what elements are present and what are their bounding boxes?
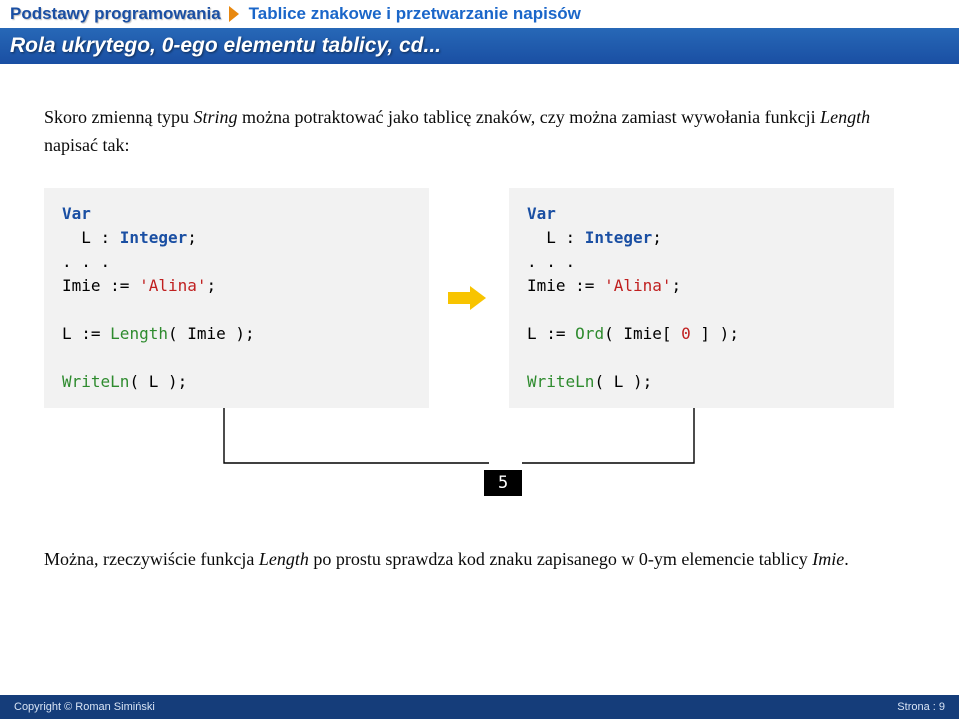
- intro-text-2: można potraktować jako tablicę znaków, c…: [238, 107, 821, 127]
- code-text: Imie :=: [527, 276, 604, 295]
- connector-diagram: 5: [44, 426, 915, 516]
- code-text: . . .: [62, 252, 110, 271]
- header-bar: Podstawy programowania Tablice znakowe i…: [0, 0, 959, 28]
- code-text: . . .: [527, 252, 575, 271]
- code-kw: Var: [62, 204, 91, 223]
- code-text: ( Imie[: [604, 324, 681, 343]
- intro-paragraph: Skoro zmienną typu String można potrakto…: [44, 104, 915, 160]
- conclusion-italic-imie: Imie: [812, 549, 844, 569]
- conclusion-italic-length: Length: [259, 549, 309, 569]
- connector-lines-icon: [44, 408, 914, 508]
- code-kw: Integer: [120, 228, 187, 247]
- code-kw: Integer: [585, 228, 652, 247]
- code-func: WriteLn: [527, 372, 594, 391]
- code-text: ;: [672, 276, 682, 295]
- code-text: Imie :=: [62, 276, 139, 295]
- code-text: ;: [207, 276, 217, 295]
- code-text: L :=: [62, 324, 110, 343]
- header-right: Tablice znakowe i przetwarzanie napisów: [249, 4, 581, 24]
- breadcrumb-arrow-icon: [229, 6, 239, 22]
- code-text: L :: [527, 228, 585, 247]
- code-text: L :: [62, 228, 120, 247]
- conclusion-paragraph: Można, rzeczywiście funkcja Length po pr…: [44, 546, 915, 574]
- slide-title: Rola ukrytego, 0-ego elementu tablicy, c…: [10, 34, 441, 58]
- code-text: ;: [187, 228, 197, 247]
- code-kw: Var: [527, 204, 556, 223]
- slide-content: Skoro zmienną typu String można potrakto…: [0, 64, 959, 574]
- slide-title-bar: Rola ukrytego, 0-ego elementu tablicy, c…: [0, 28, 959, 64]
- code-block-left: Var L : Integer; . . . Imie := 'Alina'; …: [44, 188, 429, 408]
- intro-italic-string: String: [193, 107, 237, 127]
- code-text: ] );: [691, 324, 739, 343]
- intro-text-3: napisać tak:: [44, 135, 129, 155]
- intro-text: Skoro zmienną typu: [44, 107, 193, 127]
- code-text: ( Imie );: [168, 324, 255, 343]
- code-text: ( L );: [129, 372, 187, 391]
- code-text: ;: [652, 228, 662, 247]
- code-num: 0: [681, 324, 691, 343]
- arrow-right-icon: [448, 286, 490, 310]
- code-arrow-gap: [429, 188, 509, 408]
- conclusion-text: Można, rzeczywiście funkcja: [44, 549, 259, 569]
- code-func: WriteLn: [62, 372, 129, 391]
- code-string: 'Alina': [139, 276, 206, 295]
- code-string: 'Alina': [604, 276, 671, 295]
- code-text: ( L );: [594, 372, 652, 391]
- code-block-right: Var L : Integer; . . . Imie := 'Alina'; …: [509, 188, 894, 408]
- code-func: Length: [110, 324, 168, 343]
- code-func: Ord: [575, 324, 604, 343]
- intro-italic-length: Length: [820, 107, 870, 127]
- footer-bar: Copyright © Roman Simiński Strona : 9: [0, 695, 959, 719]
- code-text: L :=: [527, 324, 575, 343]
- footer-page: Strona : 9: [897, 701, 945, 713]
- header-left: Podstawy programowania: [10, 4, 229, 24]
- output-value: 5: [484, 470, 522, 496]
- code-comparison-row: Var L : Integer; . . . Imie := 'Alina'; …: [44, 188, 915, 408]
- footer-copyright: Copyright © Roman Simiński: [14, 701, 155, 713]
- conclusion-text-2: po prostu sprawdza kod znaku zapisanego …: [309, 549, 812, 569]
- conclusion-text-3: .: [844, 549, 849, 569]
